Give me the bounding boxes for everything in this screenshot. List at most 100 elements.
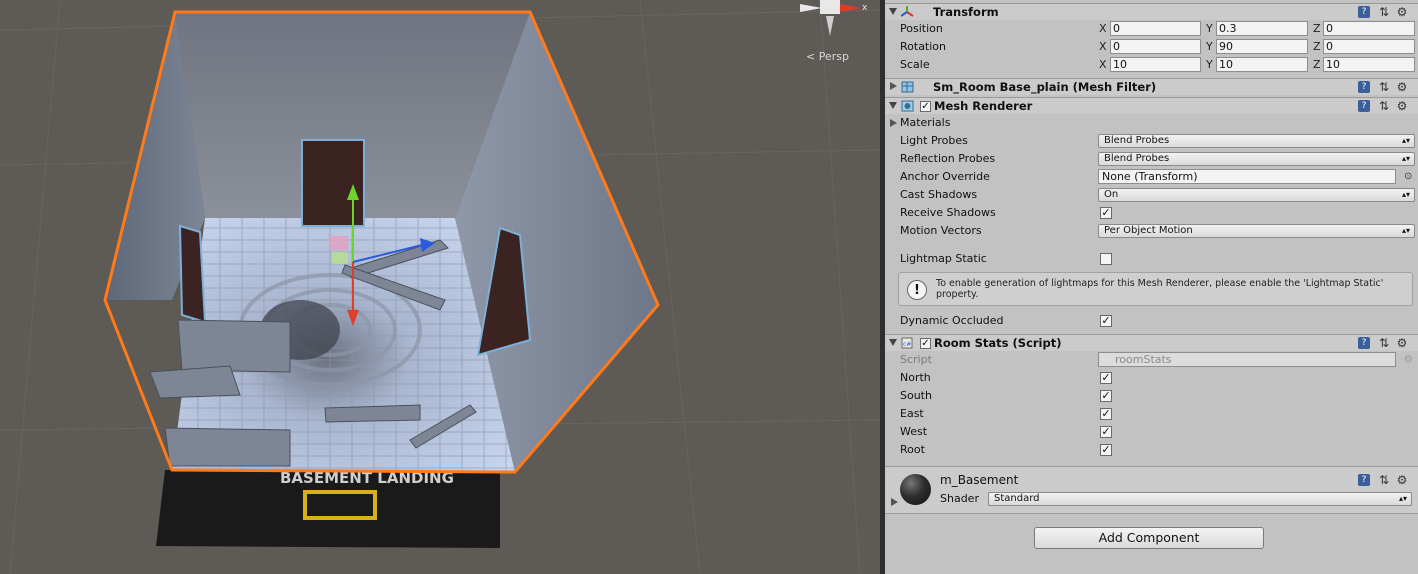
materials-foldout-icon[interactable]	[890, 119, 897, 127]
help-icon[interactable]: ?	[1358, 6, 1370, 18]
east-label: East	[900, 407, 924, 420]
mesh-renderer-header[interactable]: ✓ Mesh Renderer ? ⇅ ⚙	[885, 97, 1418, 114]
help-icon[interactable]: ?	[1358, 81, 1370, 93]
lightmap-help-box: ! To enable generation of lightmaps for …	[898, 272, 1413, 306]
mesh-renderer-enabled-checkbox[interactable]: ✓	[920, 101, 931, 112]
north-door[interactable]	[301, 139, 365, 227]
axis-x-label[interactable]: X	[1099, 22, 1107, 35]
material-name: m_Basement	[940, 473, 1019, 487]
anchor-override-label: Anchor Override	[900, 170, 990, 183]
root-checkbox[interactable]: ✓	[1100, 444, 1112, 456]
axis-y-label[interactable]: Y	[1206, 40, 1213, 53]
room-stats-title: Room Stats (Script)	[934, 336, 1062, 350]
motion-vectors-dropdown[interactable]: Per Object Motion ▴▾	[1098, 224, 1415, 238]
rotation-z-field[interactable]: 0	[1323, 39, 1415, 54]
scene-canvas[interactable]: BASEMENT LANDING x	[0, 0, 880, 574]
west-label: West	[900, 425, 928, 438]
reflection-probes-label: Reflection Probes	[900, 152, 996, 165]
lightmap-static-label: Lightmap Static	[900, 252, 987, 265]
north-label: North	[900, 371, 931, 384]
axis-z-label[interactable]: Z	[1313, 58, 1321, 71]
position-z-field[interactable]: 0	[1323, 21, 1415, 36]
position-y-field[interactable]: 0.3	[1216, 21, 1308, 36]
gear-icon[interactable]: ⚙	[1396, 100, 1408, 112]
add-component-button[interactable]: Add Component	[1034, 527, 1264, 549]
transform-title: Transform	[933, 5, 999, 19]
transform-header[interactable]: Transform ? ⇅ ⚙	[885, 3, 1418, 20]
material-preview-sphere	[900, 474, 931, 505]
mesh-renderer-icon	[901, 100, 914, 112]
dynamic-occluded-checkbox[interactable]: ✓	[1100, 315, 1112, 327]
materials-label[interactable]: Materials	[900, 116, 950, 129]
script-value: roomStats	[1115, 353, 1172, 366]
receive-shadows-checkbox[interactable]: ✓	[1100, 207, 1112, 219]
presets-icon[interactable]: ⇅	[1378, 337, 1390, 349]
mesh-renderer-title: Mesh Renderer	[934, 99, 1033, 113]
foldout-arrow-icon[interactable]	[889, 102, 897, 109]
shader-value: Standard	[994, 493, 1040, 504]
foldout-arrow-icon[interactable]	[889, 339, 897, 346]
mesh-filter-header[interactable]: Sm_Room Base_plain (Mesh Filter) ? ⇅ ⚙	[885, 78, 1418, 95]
scene-view[interactable]: BASEMENT LANDING x < Persp	[0, 0, 880, 574]
scale-y-field[interactable]: 10	[1216, 57, 1308, 72]
reflection-probes-dropdown[interactable]: Blend Probes ▴▾	[1098, 152, 1415, 166]
scale-z-field[interactable]: 10	[1323, 57, 1415, 72]
axis-z-label[interactable]: Z	[1313, 22, 1321, 35]
gear-icon[interactable]: ⚙	[1396, 6, 1408, 18]
presets-icon[interactable]: ⇅	[1378, 81, 1390, 93]
script-icon: c#	[901, 337, 913, 349]
room-stats-enabled-checkbox[interactable]: ✓	[920, 338, 931, 349]
south-checkbox[interactable]: ✓	[1100, 390, 1112, 402]
lightmap-static-checkbox[interactable]	[1100, 253, 1112, 265]
position-x-field[interactable]: 0	[1110, 21, 1201, 36]
component-buttons: ? ⇅ ⚙	[1358, 100, 1414, 113]
gear-icon[interactable]: ⚙	[1396, 337, 1408, 349]
help-icon[interactable]: ?	[1358, 100, 1370, 112]
dropdown-arrow-icon: ▴▾	[1401, 226, 1410, 235]
script-label: Script	[900, 353, 932, 366]
west-door[interactable]	[178, 224, 207, 324]
light-probes-dropdown[interactable]: Blend Probes ▴▾	[1098, 134, 1415, 148]
axis-z-label[interactable]: Z	[1313, 40, 1321, 53]
root-label: Root	[900, 443, 925, 456]
transform-icon	[901, 6, 914, 17]
east-checkbox[interactable]: ✓	[1100, 408, 1112, 420]
material-foldout-icon[interactable]	[891, 498, 898, 506]
anchor-override-field[interactable]: None (Transform)	[1098, 169, 1396, 184]
shader-dropdown[interactable]: Standard ▴▾	[988, 492, 1412, 506]
room-stats-header[interactable]: c# ✓ Room Stats (Script) ? ⇅ ⚙	[885, 334, 1418, 351]
mesh-filter-title: Sm_Room Base_plain (Mesh Filter)	[933, 80, 1157, 94]
light-probes-value: Blend Probes	[1104, 135, 1170, 146]
gear-icon[interactable]: ⚙	[1396, 474, 1408, 486]
material-section[interactable]: m_Basement Shader Standard ▴▾ ? ⇅ ⚙	[885, 466, 1418, 513]
motion-vectors-value: Per Object Motion	[1104, 225, 1193, 236]
inspector-panel: Transform ? ⇅ ⚙ Position X 0 Y 0.3 Z 0 R…	[885, 0, 1418, 574]
gear-icon[interactable]: ⚙	[1396, 81, 1408, 93]
west-checkbox[interactable]: ✓	[1100, 426, 1112, 438]
axis-x-label[interactable]: X	[1099, 40, 1107, 53]
south-label: South	[900, 389, 932, 402]
presets-icon[interactable]: ⇅	[1378, 100, 1390, 112]
north-checkbox[interactable]: ✓	[1100, 372, 1112, 384]
help-icon[interactable]: ?	[1358, 337, 1370, 349]
projection-label-text: Persp	[818, 50, 849, 63]
scale-x-field[interactable]: 10	[1110, 57, 1201, 72]
presets-icon[interactable]: ⇅	[1378, 474, 1390, 486]
axis-y-label[interactable]: Y	[1206, 58, 1213, 71]
motion-vectors-label: Motion Vectors	[900, 224, 982, 237]
component-buttons: ? ⇅ ⚙	[1358, 81, 1414, 94]
foldout-arrow-icon[interactable]	[889, 8, 897, 15]
position-label: Position	[900, 22, 943, 35]
help-icon[interactable]: ?	[1358, 474, 1370, 486]
presets-icon[interactable]: ⇅	[1378, 6, 1390, 18]
foldout-arrow-icon[interactable]	[890, 82, 897, 90]
axis-x-label[interactable]: X	[1099, 58, 1107, 71]
rotation-x-field[interactable]: 0	[1110, 39, 1201, 54]
projection-label[interactable]: < Persp	[806, 50, 849, 63]
rotation-y-field[interactable]: 90	[1216, 39, 1308, 54]
object-picker-icon[interactable]: ⊙	[1404, 171, 1412, 182]
orientation-gizmo[interactable]: x	[800, 0, 868, 36]
cast-shadows-dropdown[interactable]: On ▴▾	[1098, 188, 1415, 202]
axis-y-label[interactable]: Y	[1206, 22, 1213, 35]
mesh-filter-icon	[901, 81, 914, 93]
